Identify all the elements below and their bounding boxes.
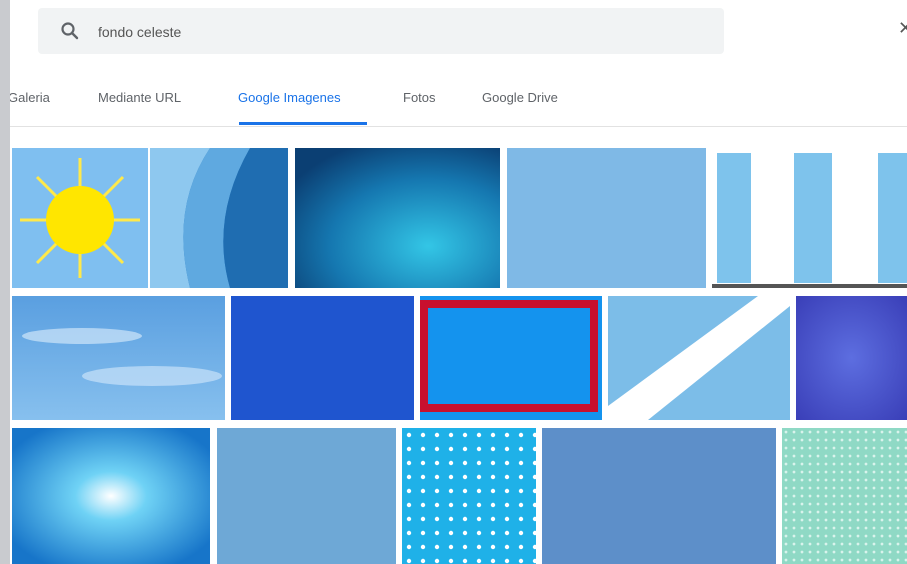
search-bar[interactable] (38, 8, 724, 54)
image-picker-dialog: ✕ Galeria Mediante URL Google Imagenes F… (10, 0, 907, 564)
tab-mediante-url[interactable]: Mediante URL (98, 90, 181, 105)
image-result-plain-light-blue[interactable] (507, 148, 706, 288)
search-input[interactable] (96, 20, 600, 44)
image-result-purple-texture[interactable] (796, 296, 907, 420)
image-result-sky-clouds[interactable] (12, 296, 225, 420)
image-result-grain-texture[interactable] (217, 428, 396, 564)
tab-galeria[interactable]: Galeria (10, 90, 50, 105)
image-result-royal-blue[interactable] (231, 296, 414, 420)
close-icon[interactable]: ✕ (898, 19, 907, 37)
image-result-bokeh[interactable] (12, 428, 210, 564)
image-result-selected-bright-blue[interactable] (420, 296, 602, 420)
search-icon[interactable] (60, 21, 80, 41)
image-result-sun[interactable] (12, 148, 148, 288)
active-tab-indicator (239, 122, 367, 125)
image-result-mint-pattern[interactable] (782, 428, 907, 564)
image-result-stripes[interactable] (712, 148, 907, 288)
image-result-diagonal-band[interactable] (608, 296, 790, 420)
image-result-polka-dots[interactable] (402, 428, 536, 564)
image-result-steel-blue[interactable] (542, 428, 776, 564)
tab-google-drive[interactable]: Google Drive (482, 90, 558, 105)
image-result-teal-watercolor[interactable] (295, 148, 500, 288)
tab-fotos[interactable]: Fotos (403, 90, 436, 105)
image-result-curves[interactable] (150, 148, 288, 288)
source-tabs: Galeria Mediante URL Google Imagenes Fot… (10, 84, 907, 127)
tab-google-imagenes[interactable]: Google Imagenes (238, 90, 341, 105)
